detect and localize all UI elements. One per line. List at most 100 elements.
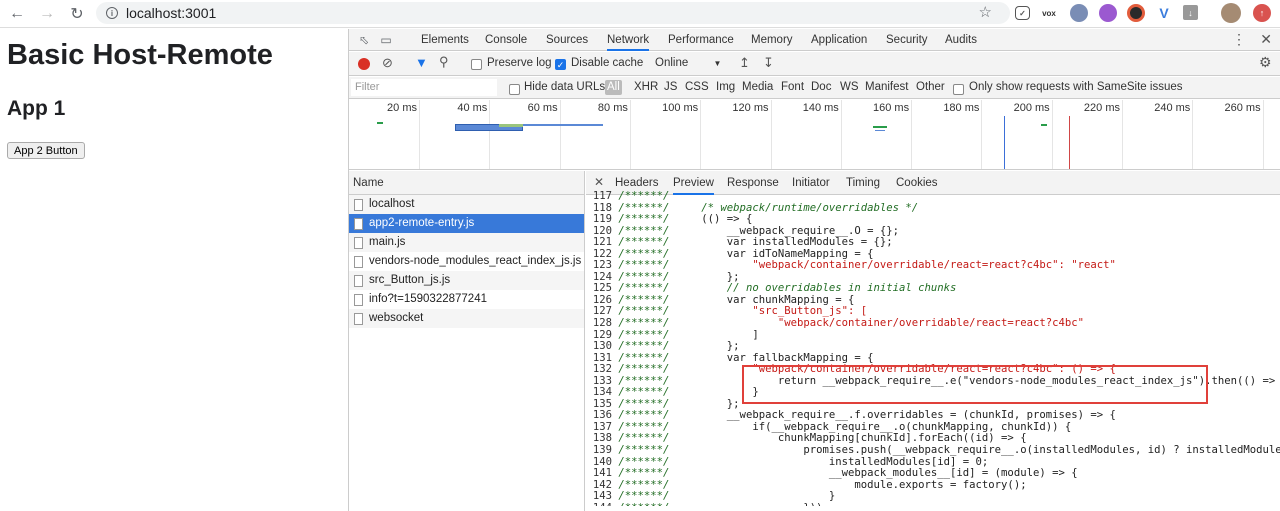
- filter-type-img[interactable]: Img: [714, 80, 737, 95]
- info-icon[interactable]: i: [106, 7, 118, 19]
- close-devtools-icon[interactable]: ✕: [1260, 31, 1272, 48]
- file-icon: [354, 236, 363, 249]
- devtools-tab-application[interactable]: Application: [811, 29, 867, 51]
- gutter-marker: /******/: [612, 432, 676, 445]
- name-column-header[interactable]: Name: [349, 171, 584, 195]
- filter-type-other[interactable]: Other: [914, 80, 947, 95]
- timeline-tick-label: 160 ms: [873, 102, 910, 114]
- filter-type-all[interactable]: All: [605, 80, 622, 95]
- extension-icon-3[interactable]: [1070, 4, 1088, 22]
- file-icon: [354, 293, 363, 306]
- vue-devtools-icon[interactable]: V: [1155, 4, 1173, 22]
- filter-type-doc[interactable]: Doc: [809, 80, 833, 95]
- gutter-marker: /******/: [612, 409, 676, 422]
- request-name: vendors-node_modules_react_index_js.js: [369, 255, 582, 267]
- avatar[interactable]: [1221, 3, 1241, 23]
- gutter-marker: /******/: [612, 317, 676, 330]
- settings-gear-icon[interactable]: ⚙: [1259, 54, 1272, 71]
- request-name: websocket: [369, 312, 424, 324]
- devtools-tab-network[interactable]: Network: [607, 29, 650, 51]
- devtools-tab-memory[interactable]: Memory: [751, 29, 793, 51]
- star-icon[interactable]: ☆: [979, 3, 992, 21]
- request-row[interactable]: vendors-node_modules_react_index_js.js: [349, 252, 584, 271]
- app2-button[interactable]: App 2 Button: [7, 142, 85, 159]
- code-line: 144 /******/ })): [586, 502, 1280, 506]
- gutter-marker: /******/: [612, 247, 676, 260]
- export-har-icon[interactable]: ↧: [763, 55, 774, 71]
- timeline-gridline: [1051, 100, 1053, 169]
- back-arrow-icon[interactable]: ←: [6, 3, 28, 25]
- record-icon[interactable]: [358, 58, 370, 70]
- dropdown-arrow-icon: ▼: [713, 59, 722, 68]
- filter-type-manifest[interactable]: Manifest: [863, 80, 910, 95]
- code-preview[interactable]: 117 /******/ 118 /******/ /* webpack/run…: [586, 191, 1280, 506]
- gutter-marker: /******/: [612, 270, 676, 283]
- devtools-tab-console[interactable]: Console: [485, 29, 527, 51]
- preserve-log-checkbox[interactable]: [471, 59, 482, 70]
- request-row[interactable]: localhost: [349, 195, 584, 214]
- update-icon[interactable]: ↑: [1253, 4, 1271, 22]
- search-icon[interactable]: ⚲: [439, 54, 449, 70]
- code-text: installedModules[id] = 0;: [675, 455, 989, 468]
- extension-icon-5[interactable]: [1127, 4, 1145, 22]
- address-bar[interactable]: i localhost:3001 ☆: [96, 2, 1010, 24]
- request-row[interactable]: src_Button_js.js: [349, 271, 584, 290]
- filter-type-font[interactable]: Font: [779, 80, 806, 95]
- request-row[interactable]: websocket: [349, 309, 584, 328]
- devtools-tab-sources[interactable]: Sources: [546, 29, 588, 51]
- disable-cache-checkbox[interactable]: ✓: [555, 59, 566, 70]
- timeline-tick-label: 200 ms: [1013, 102, 1050, 114]
- filter-type-css[interactable]: CSS: [683, 80, 711, 95]
- more-options-icon[interactable]: ⋮: [1232, 31, 1246, 48]
- hide-data-urls-checkbox[interactable]: [509, 84, 520, 95]
- filter-type-ws[interactable]: WS: [838, 80, 861, 95]
- pocket-extension-icon[interactable]: ✓: [1015, 6, 1030, 20]
- network-overview[interactable]: 20 ms 40 ms 60 ms 80 ms 100 ms 120 ms 140 ms 16…: [349, 100, 1280, 170]
- gutter-marker: /******/: [612, 455, 676, 468]
- request-row[interactable]: info?t=1590322877241: [349, 290, 584, 309]
- timeline-tick-label: 60 ms: [527, 102, 558, 114]
- dom-content-loaded-line: [1004, 116, 1005, 169]
- inspect-element-icon[interactable]: ⬁: [357, 33, 371, 47]
- request-name: info?t=1590322877241: [369, 293, 487, 305]
- devtools-tab-elements[interactable]: Elements: [421, 29, 469, 51]
- timeline-gridline: [629, 100, 631, 169]
- vox-extension-icon[interactable]: vox: [1040, 4, 1058, 22]
- page-content: Basic Host-Remote App 1 App 2 Button: [0, 29, 348, 511]
- timeline-tick-label: 40 ms: [457, 102, 488, 114]
- filter-type-xhr[interactable]: XHR: [632, 80, 660, 95]
- filter-icon[interactable]: ▼: [415, 55, 428, 70]
- close-detail-icon[interactable]: ✕: [594, 175, 604, 189]
- forward-arrow-icon[interactable]: →: [36, 3, 58, 25]
- line-number: 130: [592, 340, 612, 353]
- download-icon[interactable]: ↓: [1183, 5, 1198, 20]
- reload-icon[interactable]: ↻: [66, 3, 88, 25]
- devtools-tab-security[interactable]: Security: [886, 29, 928, 51]
- request-name: app2-remote-entry.js: [369, 217, 475, 229]
- throttle-select[interactable]: Online ▼: [655, 57, 721, 69]
- request-row[interactable]: app2-remote-entry.js: [349, 214, 584, 233]
- url-text: localhost:3001: [126, 5, 217, 21]
- page-subtitle: App 1: [7, 97, 66, 120]
- clear-icon[interactable]: ⊘: [382, 55, 393, 71]
- filter-type-media[interactable]: Media: [740, 80, 775, 95]
- filter-type-js[interactable]: JS: [662, 80, 679, 95]
- extension-icon-4[interactable]: [1099, 4, 1117, 22]
- code-text: __webpack_modules__[id] = (module) => {: [675, 467, 1078, 480]
- import-har-icon[interactable]: ↥: [739, 55, 750, 71]
- gutter-marker: /******/: [612, 224, 676, 237]
- devtools-tab-performance[interactable]: Performance: [668, 29, 734, 51]
- code-text: }: [675, 490, 836, 503]
- device-toolbar-icon[interactable]: ▭: [379, 33, 393, 47]
- line-number: 141: [592, 467, 612, 480]
- line-number: 119: [592, 213, 612, 226]
- request-row[interactable]: main.js: [349, 233, 584, 252]
- gutter-marker: /******/: [612, 259, 676, 272]
- filter-input[interactable]: Filter: [351, 79, 497, 96]
- timeline-tick-label: 180 ms: [943, 102, 980, 114]
- file-icon: [354, 255, 363, 268]
- gutter-marker: /******/: [612, 351, 676, 364]
- samesite-label: Only show requests with SameSite issues: [969, 81, 1183, 93]
- samesite-checkbox[interactable]: [953, 84, 964, 95]
- devtools-tab-audits[interactable]: Audits: [945, 29, 977, 51]
